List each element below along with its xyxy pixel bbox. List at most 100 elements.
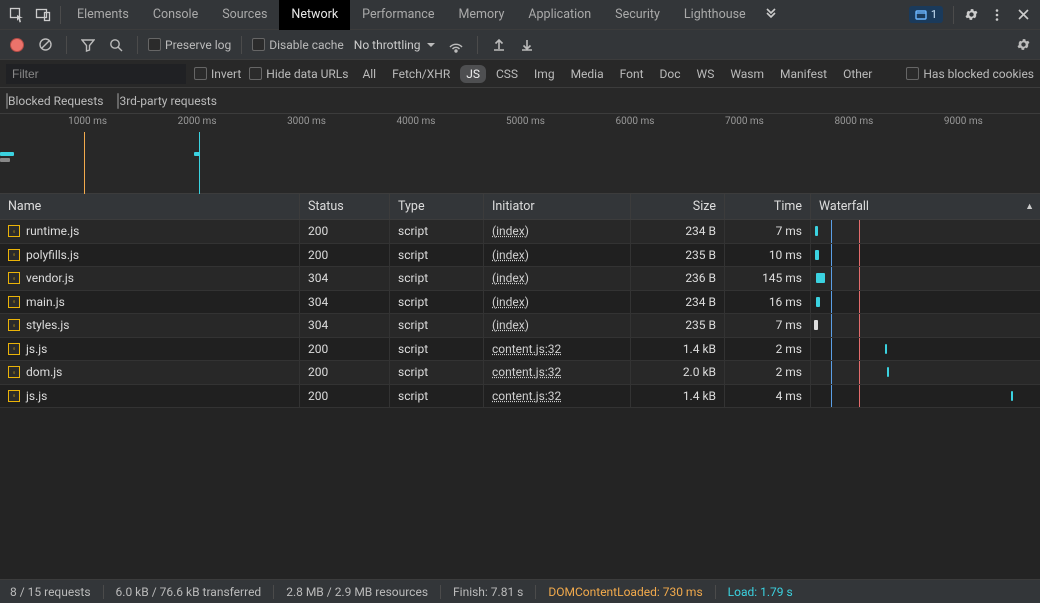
type-filter-all[interactable]: All	[356, 65, 382, 83]
filter-toggle-icon[interactable]	[77, 34, 99, 56]
table-row[interactable]: ◦polyfills.js200script(index)235 B10 ms	[0, 244, 1040, 268]
disable-cache-checkbox[interactable]: Disable cache	[252, 38, 344, 52]
third-party-checkbox[interactable]: 3rd-party requests	[117, 94, 216, 108]
tab-performance[interactable]: Performance	[350, 0, 446, 30]
filter-input[interactable]	[6, 64, 186, 84]
table-row[interactable]: ◦dom.js200scriptcontent.js:322.0 kB2 ms	[0, 361, 1040, 385]
request-type: script	[390, 291, 484, 314]
kebab-menu-icon[interactable]	[984, 2, 1010, 28]
request-time: 2 ms	[725, 338, 811, 361]
close-devtools-icon[interactable]	[1010, 2, 1036, 28]
inspect-element-icon[interactable]	[4, 2, 30, 28]
clear-button[interactable]	[34, 34, 56, 56]
tab-sources[interactable]: Sources	[210, 0, 279, 30]
type-filter-pills: AllFetch/XHRJSCSSImgMediaFontDocWSWasmMa…	[356, 65, 878, 83]
col-size[interactable]: Size	[631, 194, 725, 219]
type-filter-other[interactable]: Other	[837, 65, 878, 83]
status-transferred: 6.0 kB / 76.6 kB transferred	[116, 585, 262, 599]
export-har-icon[interactable]	[516, 34, 538, 56]
type-filter-js[interactable]: JS	[460, 65, 486, 83]
col-name[interactable]: Name	[0, 194, 300, 219]
request-size: 235 B	[631, 314, 725, 337]
type-filter-fetchxhr[interactable]: Fetch/XHR	[386, 65, 456, 83]
request-size: 234 B	[631, 220, 725, 243]
divider	[953, 6, 954, 24]
table-row[interactable]: ◦vendor.js304script(index)236 B145 ms	[0, 267, 1040, 291]
divider	[60, 6, 61, 24]
chevron-down-icon	[427, 41, 435, 49]
hide-data-urls-checkbox[interactable]: Hide data URLs	[249, 67, 348, 81]
table-row[interactable]: ◦js.js200scriptcontent.js:321.4 kB4 ms	[0, 385, 1040, 409]
has-blocked-cookies-checkbox[interactable]: Has blocked cookies	[906, 67, 1034, 81]
table-row[interactable]: ◦runtime.js200script(index)234 B7 ms	[0, 220, 1040, 244]
requests-table: Name Status Type Initiator Size Time Wat…	[0, 194, 1040, 579]
panel-tabs: ElementsConsoleSourcesNetworkPerformance…	[65, 0, 758, 30]
network-toolbar: Preserve log Disable cache No throttling	[0, 30, 1040, 60]
search-icon[interactable]	[105, 34, 127, 56]
request-status: 304	[300, 314, 390, 337]
type-filter-img[interactable]: Img	[528, 65, 561, 83]
request-waterfall	[811, 267, 1040, 290]
col-time[interactable]: Time	[725, 194, 811, 219]
blocked-requests-checkbox[interactable]: Blocked Requests	[6, 94, 103, 108]
request-initiator[interactable]: (index)	[492, 318, 529, 332]
preserve-log-checkbox[interactable]: Preserve log	[148, 38, 231, 52]
type-filter-wasm[interactable]: Wasm	[724, 65, 770, 83]
settings-icon[interactable]	[958, 2, 984, 28]
issues-badge[interactable]: 1	[909, 6, 943, 23]
col-waterfall[interactable]: Waterfall▲	[811, 194, 1040, 219]
overview-tick: 5000 ms	[506, 116, 545, 127]
tab-elements[interactable]: Elements	[65, 0, 141, 30]
type-filter-font[interactable]: Font	[614, 65, 650, 83]
type-filter-ws[interactable]: WS	[691, 65, 721, 83]
table-row[interactable]: ◦main.js304script(index)234 B16 ms	[0, 291, 1040, 315]
table-body[interactable]: ◦runtime.js200script(index)234 B7 ms◦pol…	[0, 220, 1040, 579]
request-initiator[interactable]: (index)	[492, 271, 529, 285]
request-time: 7 ms	[725, 220, 811, 243]
overview-tick: 1000 ms	[68, 116, 107, 127]
tab-application[interactable]: Application	[516, 0, 603, 30]
import-har-icon[interactable]	[488, 34, 510, 56]
request-initiator[interactable]: (index)	[492, 224, 529, 238]
network-settings-icon[interactable]	[1012, 34, 1034, 56]
request-initiator[interactable]: content.js:32	[492, 365, 561, 379]
col-status[interactable]: Status	[300, 194, 390, 219]
col-type[interactable]: Type	[390, 194, 484, 219]
request-type: script	[390, 220, 484, 243]
overview-tick: 2000 ms	[178, 116, 217, 127]
request-status: 304	[300, 267, 390, 290]
more-tabs-icon[interactable]	[758, 2, 784, 28]
request-waterfall	[811, 314, 1040, 337]
request-waterfall	[811, 385, 1040, 408]
record-button[interactable]	[6, 34, 28, 56]
device-toolbar-icon[interactable]	[30, 2, 56, 28]
table-row[interactable]: ◦styles.js304script(index)235 B7 ms	[0, 314, 1040, 338]
request-type: script	[390, 244, 484, 267]
request-initiator[interactable]: (index)	[492, 248, 529, 262]
invert-checkbox[interactable]: Invert	[194, 67, 241, 81]
request-initiator[interactable]: content.js:32	[492, 342, 561, 356]
status-resources: 2.8 MB / 2.9 MB resources	[286, 585, 428, 599]
tab-memory[interactable]: Memory	[446, 0, 516, 30]
request-type: script	[390, 267, 484, 290]
network-conditions-icon[interactable]	[445, 34, 467, 56]
type-filter-doc[interactable]: Doc	[654, 65, 687, 83]
filter-bar-2: Blocked Requests 3rd-party requests	[0, 88, 1040, 114]
throttling-dropdown[interactable]: No throttling	[350, 38, 439, 52]
request-name: dom.js	[26, 365, 62, 379]
table-row[interactable]: ◦js.js200scriptcontent.js:321.4 kB2 ms	[0, 338, 1040, 362]
col-initiator[interactable]: Initiator	[484, 194, 631, 219]
js-file-icon: ◦	[8, 390, 20, 402]
tab-network[interactable]: Network	[279, 0, 350, 30]
tab-console[interactable]: Console	[141, 0, 210, 30]
network-overview[interactable]: 1000 ms2000 ms3000 ms4000 ms5000 ms6000 …	[0, 114, 1040, 194]
type-filter-media[interactable]: Media	[565, 65, 610, 83]
tab-lighthouse[interactable]: Lighthouse	[672, 0, 758, 30]
type-filter-css[interactable]: CSS	[490, 65, 524, 83]
overview-tick: 9000 ms	[944, 116, 983, 127]
type-filter-manifest[interactable]: Manifest	[774, 65, 833, 83]
request-initiator[interactable]: (index)	[492, 295, 529, 309]
tab-security[interactable]: Security	[603, 0, 672, 30]
request-initiator[interactable]: content.js:32	[492, 389, 561, 403]
overview-tick: 3000 ms	[287, 116, 326, 127]
